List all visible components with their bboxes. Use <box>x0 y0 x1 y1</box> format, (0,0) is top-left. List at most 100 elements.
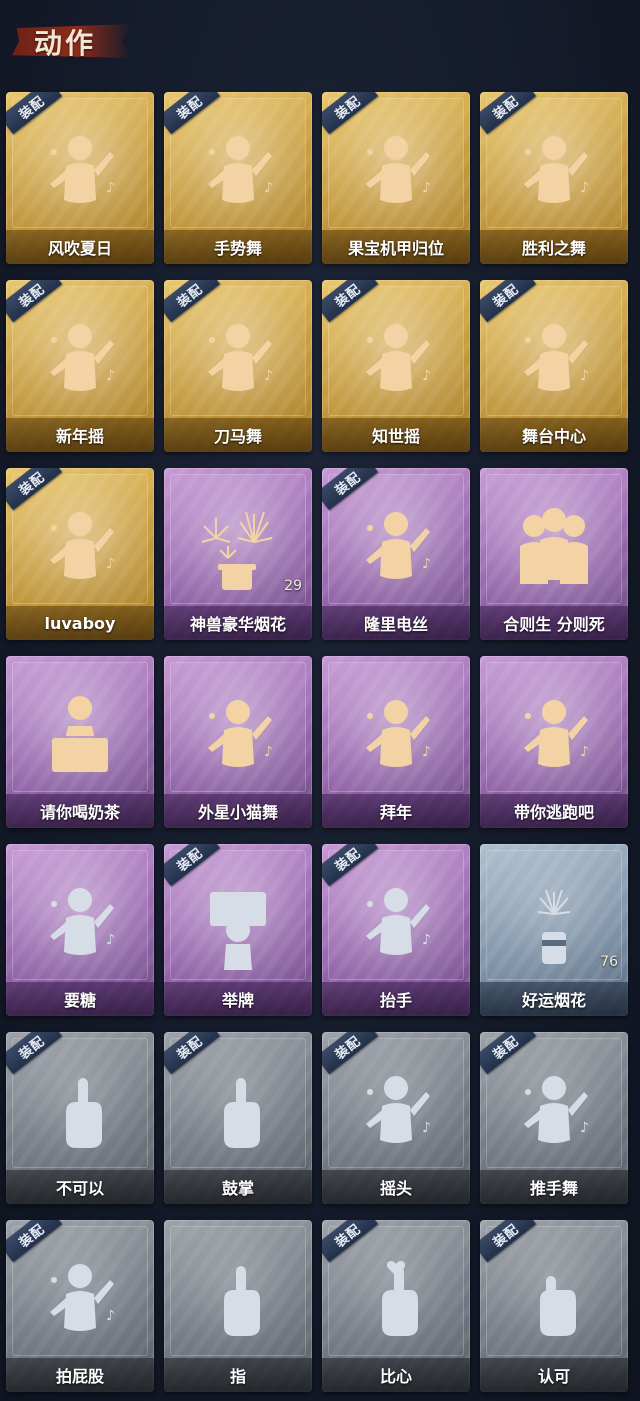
svg-text:♪: ♪ <box>106 1308 115 1324</box>
emote-name: 新年摇 <box>55 427 104 446</box>
clap-icon <box>194 1062 282 1162</box>
hold-sign-icon <box>194 874 282 974</box>
card-label-bar: 外星小猫舞 <box>164 794 312 828</box>
emote-name: 指 <box>229 1367 246 1386</box>
group-three-icon <box>510 498 598 598</box>
emote-card[interactable]: ♪ 要糖 <box>6 844 154 1016</box>
emote-card[interactable]: 请你喝奶茶 <box>6 656 154 828</box>
svg-text:♪: ♪ <box>264 744 273 760</box>
card-label-bar: 带你逃跑吧 <box>480 794 628 828</box>
card-label-bar: 胜利之舞 <box>480 230 628 264</box>
svg-text:♪: ♪ <box>264 180 273 196</box>
card-label-bar: 风吹夏日 <box>6 230 154 264</box>
emote-card[interactable]: ♪ 装配 抬手 <box>322 844 470 1016</box>
emote-name: 好运烟花 <box>521 991 586 1010</box>
svg-text:♪: ♪ <box>106 556 115 572</box>
card-label-bar: 要糖 <box>6 982 154 1016</box>
card-label-bar: luvaboy <box>6 606 154 640</box>
emote-name: 比心 <box>379 1367 412 1386</box>
emote-card[interactable]: 装配 鼓掌 <box>164 1032 312 1204</box>
emote-name: 要糖 <box>63 991 96 1010</box>
thumbs-up-icon <box>510 1250 598 1350</box>
emote-name: 拍屁股 <box>55 1367 104 1386</box>
raise-hand-icon: ♪ <box>352 874 440 974</box>
fireworks-deluxe-icon <box>194 498 282 598</box>
card-label-bar: 摇头 <box>322 1170 470 1204</box>
emote-card[interactable]: 76 好运烟花 <box>480 844 628 1016</box>
emote-name: 知世摇 <box>371 427 420 446</box>
emote-name: 神兽豪华烟花 <box>189 615 286 634</box>
card-label-bar: 好运烟花 <box>480 982 628 1016</box>
card-label-bar: 认可 <box>480 1358 628 1392</box>
dancer-armor-icon: ♪ <box>352 122 440 222</box>
emote-card[interactable]: ♪ 装配 隆里电丝 <box>322 468 470 640</box>
finger-wag-icon <box>36 1062 124 1162</box>
svg-text:♪: ♪ <box>422 744 431 760</box>
shake-head-icon: ♪ <box>352 1062 440 1162</box>
emote-name: 风吹夏日 <box>47 239 112 258</box>
card-label-bar: 隆里电丝 <box>322 606 470 640</box>
card-label-bar: 指 <box>164 1358 312 1392</box>
svg-text:♪: ♪ <box>580 368 589 384</box>
card-label-bar: 舞台中心 <box>480 418 628 452</box>
emote-name: 合则生 分则死 <box>503 615 605 634</box>
svg-text:♪: ♪ <box>106 932 115 948</box>
emote-name: 不可以 <box>55 1179 104 1198</box>
dancer-headset-icon: ♪ <box>36 122 124 222</box>
emote-card[interactable]: ♪ 带你逃跑吧 <box>480 656 628 828</box>
emote-card[interactable]: ♪ 装配 刀马舞 <box>164 280 312 452</box>
emote-name: 外星小猫舞 <box>197 803 278 822</box>
emote-card[interactable]: 装配 比心 <box>322 1220 470 1392</box>
card-label-bar: 不可以 <box>6 1170 154 1204</box>
svg-text:♪: ♪ <box>580 180 589 196</box>
firework-can-icon <box>510 874 598 974</box>
emote-card[interactable]: 合则生 分则死 <box>480 468 628 640</box>
emote-card[interactable]: ♪ 装配 推手舞 <box>480 1032 628 1204</box>
dancer-gesture-icon: ♪ <box>194 122 282 222</box>
section-header: 动作 <box>0 18 150 64</box>
emote-card[interactable]: 装配 举牌 <box>164 844 312 1016</box>
emote-name: 拜年 <box>379 803 412 822</box>
emote-name: 举牌 <box>221 991 254 1010</box>
emote-name: 隆里电丝 <box>363 615 428 634</box>
emote-card[interactable]: ♪ 装配 luvaboy <box>6 468 154 640</box>
card-label-bar: 拍屁股 <box>6 1358 154 1392</box>
page-title: 动作 <box>34 27 97 60</box>
emote-name: 带你逃跑吧 <box>513 803 594 822</box>
emote-card[interactable]: ♪ 装配 风吹夏日 <box>6 92 154 264</box>
card-label-bar: 举牌 <box>164 982 312 1016</box>
card-label-bar: 新年摇 <box>6 418 154 452</box>
emote-card[interactable]: ♪ 拜年 <box>322 656 470 828</box>
emote-name: luvaboy <box>44 613 116 633</box>
dancer-blade-icon: ♪ <box>194 310 282 410</box>
emote-card[interactable]: ♪ 装配 舞台中心 <box>480 280 628 452</box>
emote-name: 认可 <box>537 1367 570 1386</box>
emote-name: 抬手 <box>379 991 412 1010</box>
emote-card[interactable]: ♪ 装配 手势舞 <box>164 92 312 264</box>
emote-card[interactable]: ♪ 装配 拍屁股 <box>6 1220 154 1392</box>
emote-card[interactable]: 指 <box>164 1220 312 1392</box>
svg-text:♪: ♪ <box>580 1120 589 1136</box>
emote-card[interactable]: ♪ 外星小猫舞 <box>164 656 312 828</box>
emote-card[interactable]: 装配 不可以 <box>6 1032 154 1204</box>
emote-card[interactable]: ♪ 装配 知世摇 <box>322 280 470 452</box>
dancer-sway-icon: ♪ <box>352 310 440 410</box>
dancer-luvaboy-icon: ♪ <box>36 498 124 598</box>
dancer-alien-cat-icon: ♪ <box>194 686 282 786</box>
emote-card[interactable]: ♪ 装配 胜利之舞 <box>480 92 628 264</box>
emote-card[interactable]: ♪ 装配 新年摇 <box>6 280 154 452</box>
emote-card[interactable]: 29 神兽豪华烟花 <box>164 468 312 640</box>
emote-name: 请你喝奶茶 <box>39 803 120 822</box>
dancer-electric-icon: ♪ <box>352 498 440 598</box>
emote-name: 鼓掌 <box>221 1179 254 1198</box>
emote-card[interactable]: ♪ 装配 摇头 <box>322 1032 470 1204</box>
emote-card[interactable]: ♪ 装配 果宝机甲归位 <box>322 92 470 264</box>
card-label-bar: 合则生 分则死 <box>480 606 628 640</box>
card-label-bar: 神兽豪华烟花 <box>164 606 312 640</box>
emote-name: 刀马舞 <box>213 427 262 446</box>
svg-text:♪: ♪ <box>422 932 431 948</box>
card-label-bar: 请你喝奶茶 <box>6 794 154 828</box>
card-label-bar: 鼓掌 <box>164 1170 312 1204</box>
emote-card[interactable]: 装配 认可 <box>480 1220 628 1392</box>
svg-text:♪: ♪ <box>422 1120 431 1136</box>
